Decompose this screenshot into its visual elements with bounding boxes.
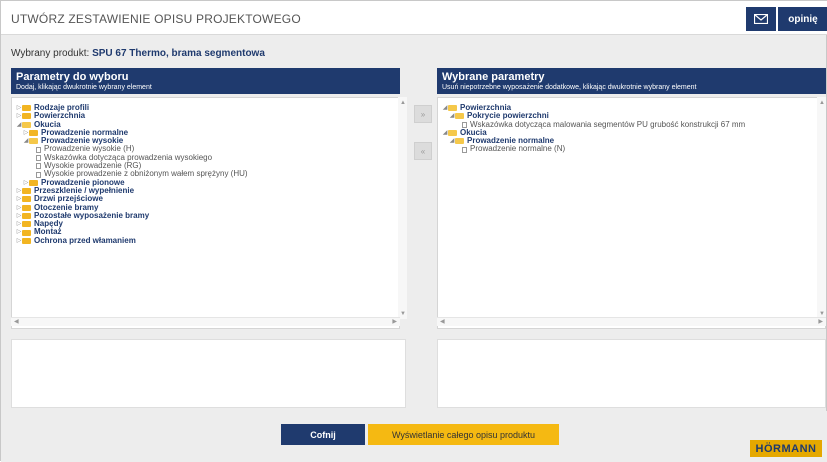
folder-icon: [22, 213, 31, 219]
folder-icon: [22, 204, 31, 211]
right-panel-header: Wybrane parametry Usuń niepotrzebne wypo…: [437, 68, 826, 94]
right-tree[interactable]: ◢ Powierzchnia ◢ Pokrycie powierzchni Wskazó…: [437, 97, 826, 329]
tree-item-label: Prowadzenie normalne (N): [470, 144, 566, 154]
document-icon: [36, 154, 41, 161]
product-label: Wybrany produkt:: [11, 48, 90, 59]
document-icon: [462, 121, 467, 128]
show-full-description-button[interactable]: Wyświetlanie całego opisu produktu: [368, 424, 559, 445]
folder-icon: [29, 179, 38, 186]
document-icon: [36, 171, 41, 178]
folder-open-icon: [448, 130, 457, 137]
folder-open-icon: [22, 121, 31, 128]
left-panel-header: Parametry do wyboru Dodaj, klikając dwuk…: [11, 68, 400, 94]
back-button[interactable]: Cofnij: [281, 424, 365, 445]
tree-item[interactable]: ▷ Powierzchnia: [16, 111, 395, 120]
tree-item[interactable]: ▷ Ochrona przed włamaniem: [16, 235, 395, 245]
left-panel-title: Parametry do wyboru: [16, 71, 129, 83]
remove-button[interactable]: «: [414, 142, 432, 160]
tree-item-label: Ochrona przed włamaniem: [34, 235, 136, 245]
mail-icon: [754, 14, 768, 24]
hormann-logo: HÖRMANN: [750, 440, 822, 457]
right-horizontal-scrollbar[interactable]: ◀ ▶: [437, 317, 826, 326]
page-title: UTWÓRZ ZESTAWIENIE OPISU PROJEKTOWEGO: [11, 12, 301, 26]
add-button[interactable]: »: [414, 105, 432, 123]
tree-item-label: Wskazówka dotycząca malowania segmentów …: [470, 119, 746, 129]
left-description-area: [11, 339, 406, 408]
folder-icon: [22, 113, 31, 120]
folder-open-icon: [455, 138, 464, 145]
folder-icon: [22, 221, 31, 228]
right-panel-subtitle: Usuń niepotrzebne wyposażenie dodatkowe,…: [442, 84, 697, 91]
selected-product: Wybrany produkt: SPU 67 Thermo, brama se…: [11, 48, 265, 59]
mail-button[interactable]: [746, 7, 776, 31]
tree-item[interactable]: ▷ Napędy: [16, 219, 395, 228]
folder-icon: [22, 237, 31, 244]
folder-icon: [29, 130, 38, 137]
product-value: SPU 67 Thermo, brama segmentowa: [92, 48, 265, 59]
left-vertical-scrollbar[interactable]: ▲ ▼: [398, 97, 407, 319]
folder-open-icon: [455, 113, 464, 120]
opinion-button[interactable]: opinię: [778, 7, 827, 31]
folder-icon: [22, 188, 31, 195]
right-vertical-scrollbar[interactable]: ▲ ▼: [817, 97, 826, 319]
right-description-area: [437, 339, 826, 408]
left-horizontal-scrollbar[interactable]: ◀ ▶: [11, 317, 400, 326]
document-icon: [36, 146, 41, 153]
top-bar: UTWÓRZ ZESTAWIENIE OPISU PROJEKTOWEGO op…: [1, 1, 827, 35]
left-tree[interactable]: ▷ Rodzaje profili ▷ Powierzchnia ◢ Okucia ▷ Pro…: [11, 97, 400, 329]
folder-icon: [22, 229, 31, 236]
right-panel-title: Wybrane parametry: [442, 71, 545, 83]
folder-icon: [22, 105, 31, 112]
left-panel-subtitle: Dodaj, klikając dwukrotnie wybrany eleme…: [16, 84, 152, 91]
tree-item[interactable]: Wskazówka dotycząca malowania segmentów …: [442, 119, 821, 129]
tree-item[interactable]: ▷ Pozostałe wyposażenie bramy: [16, 211, 395, 220]
app-frame: UTWÓRZ ZESTAWIENIE OPISU PROJEKTOWEGO op…: [0, 0, 827, 462]
folder-open-icon: [29, 138, 38, 145]
document-icon: [36, 163, 41, 170]
document-icon: [462, 146, 467, 153]
folder-open-icon: [448, 105, 457, 112]
tree-item[interactable]: Prowadzenie normalne (N): [442, 145, 821, 153]
folder-icon: [22, 196, 31, 203]
